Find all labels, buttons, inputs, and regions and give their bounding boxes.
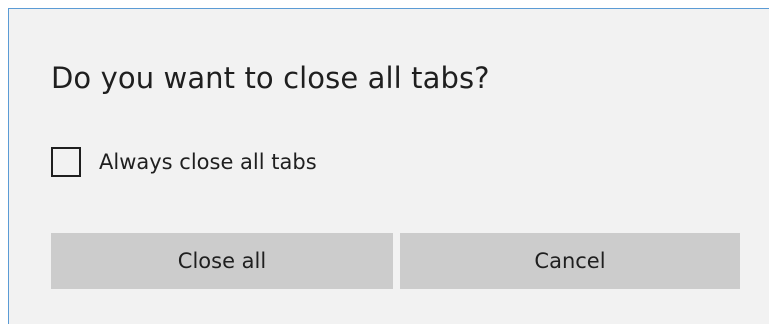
dialog-title: Do you want to close all tabs? — [51, 61, 490, 95]
cancel-button[interactable]: Cancel — [400, 233, 740, 289]
checkbox-label: Always close all tabs — [99, 150, 317, 174]
close-all-button[interactable]: Close all — [51, 233, 393, 289]
always-close-all-tabs-checkbox[interactable] — [51, 147, 81, 177]
close-tabs-dialog: Do you want to close all tabs? Always cl… — [8, 8, 769, 324]
always-close-all-tabs-option[interactable]: Always close all tabs — [51, 145, 317, 179]
